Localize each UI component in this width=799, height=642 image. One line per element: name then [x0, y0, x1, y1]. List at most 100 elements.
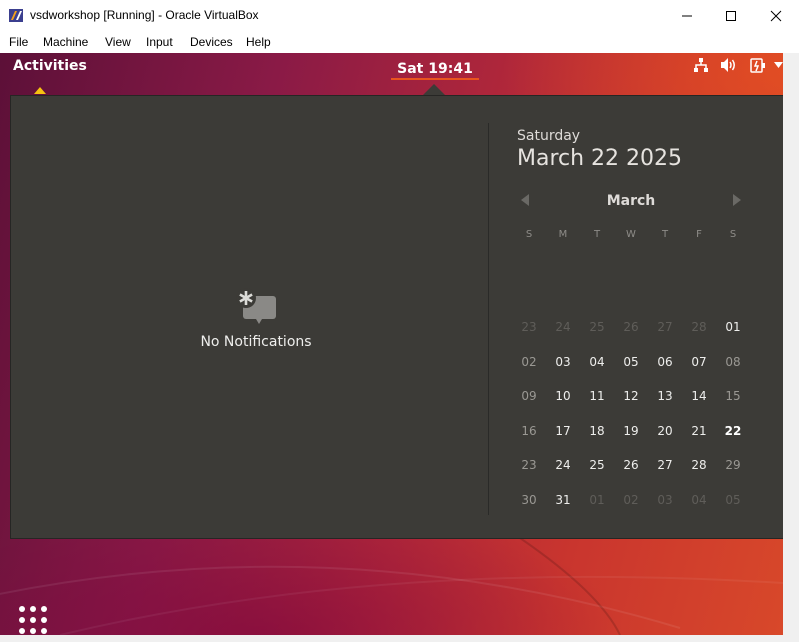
calendar-day[interactable]: 06 — [648, 347, 682, 377]
calendar-day-number: 21 — [691, 423, 707, 438]
calendar-day-number: 13 — [657, 389, 673, 403]
vm-display[interactable]: Activities Sat 19:41 No Notifications Sa… — [0, 53, 783, 635]
calendar-day-number: 08 — [725, 354, 741, 369]
calendar-day-number: 17 — [555, 423, 571, 438]
window-title-bar[interactable]: vsdworkshop [Running] - Oracle VirtualBo… — [0, 0, 799, 32]
menu-input[interactable]: Input — [146, 35, 173, 49]
weekday-header: T — [661, 229, 669, 240]
calendar-day[interactable]: 30 — [512, 485, 546, 515]
calendar-day-number: 22 — [724, 423, 742, 438]
calendar-day[interactable]: 12 — [614, 381, 648, 411]
horizontal-scrollbar[interactable] — [0, 635, 799, 642]
calendar-day[interactable]: 11 — [580, 381, 614, 411]
network-icon[interactable] — [693, 57, 709, 73]
calendar-day[interactable]: 08 — [716, 347, 750, 377]
calendar-day[interactable]: 17 — [546, 416, 580, 446]
menu-help[interactable]: Help — [246, 35, 271, 49]
calendar-day[interactable]: 26 — [614, 312, 648, 342]
calendar-day[interactable]: 25 — [580, 312, 614, 342]
menu-machine[interactable]: Machine — [43, 35, 88, 49]
calendar-day-number: 27 — [657, 458, 673, 472]
close-icon — [770, 10, 782, 22]
clock-button[interactable]: Sat 19:41 — [391, 53, 479, 80]
calendar-day[interactable]: 15 — [716, 381, 750, 411]
calendar-day[interactable]: 09 — [512, 381, 546, 411]
calendar-day[interactable]: 16 — [512, 416, 546, 446]
date-menu-popover: No Notifications Saturday March 22 2025 … — [10, 95, 783, 539]
calendar-day-name[interactable]: Saturday — [517, 128, 580, 144]
calendar-day[interactable]: 01 — [716, 312, 750, 342]
menu-view[interactable]: View — [105, 35, 131, 49]
calendar-day-number: 03 — [555, 354, 571, 369]
close-button[interactable] — [753, 0, 799, 32]
calendar-day[interactable]: 02 — [614, 485, 648, 515]
calendar-day[interactable]: 19 — [614, 416, 648, 446]
calendar-day[interactable]: 03 — [648, 485, 682, 515]
calendar-day-number: 31 — [555, 492, 571, 507]
calendar-day[interactable]: 18 — [580, 416, 614, 446]
calendar-day-number: 24 — [555, 458, 571, 472]
menu-bar: File Machine View Input Devices Help — [0, 32, 799, 53]
calendar-day[interactable]: 29 — [716, 450, 750, 480]
previous-month-icon[interactable] — [519, 193, 531, 207]
next-month-icon[interactable] — [731, 193, 743, 207]
calendar-day[interactable]: 21 — [682, 416, 716, 446]
calendar-day[interactable]: 31 — [546, 485, 580, 515]
calendar-day-number: 30 — [521, 492, 537, 507]
calendar-day[interactable]: 02 — [512, 347, 546, 377]
calendar-day-number: 26 — [623, 458, 639, 472]
calendar-day-number: 25 — [589, 458, 605, 472]
power-icon[interactable] — [749, 57, 767, 74]
calendar-day-number: 02 — [521, 354, 537, 369]
weekday-header: S — [729, 229, 737, 240]
calendar-day[interactable]: 27 — [648, 312, 682, 342]
calendar-day[interactable]: 03 — [546, 347, 580, 377]
chevron-down-icon[interactable] — [774, 62, 783, 68]
menu-devices[interactable]: Devices — [190, 35, 233, 49]
calendar-day[interactable]: 25 — [580, 450, 614, 480]
calendar-day[interactable]: 27 — [648, 450, 682, 480]
weekday-header: F — [696, 229, 702, 240]
calendar-day[interactable]: 05 — [716, 485, 750, 515]
calendar-day[interactable]: 04 — [580, 347, 614, 377]
calendar-day[interactable]: 10 — [546, 381, 580, 411]
vertical-scrollbar[interactable] — [783, 53, 799, 635]
window-title: vsdworkshop [Running] - Oracle VirtualBo… — [30, 8, 259, 22]
activities-button[interactable]: Activities — [13, 58, 87, 74]
calendar-day[interactable]: 28 — [682, 450, 716, 480]
calendar-day[interactable]: 05 — [614, 347, 648, 377]
maximize-button[interactable] — [708, 0, 754, 32]
hot-corner-indicator — [34, 87, 46, 94]
calendar-day-number: 10 — [555, 389, 571, 403]
calendar-day-number: 27 — [657, 320, 673, 334]
calendar-day-number: 24 — [555, 320, 571, 334]
calendar-day-number: 05 — [725, 492, 741, 507]
calendar-day-today[interactable]: 22 — [716, 414, 750, 447]
calendar-day[interactable]: 01 — [580, 485, 614, 515]
volume-icon[interactable] — [720, 57, 738, 73]
maximize-icon — [726, 11, 736, 21]
calendar-day-number: 04 — [589, 354, 605, 369]
calendar-day-number: 07 — [691, 354, 707, 369]
show-applications-icon[interactable] — [17, 604, 51, 635]
minimize-button[interactable] — [664, 0, 710, 32]
calendar-day[interactable]: 24 — [546, 312, 580, 342]
calendar-day-number: 19 — [623, 423, 639, 438]
calendar-day[interactable]: 13 — [648, 381, 682, 411]
calendar-day-number: 16 — [521, 423, 537, 438]
calendar-day[interactable]: 23 — [512, 312, 546, 342]
calendar-day[interactable]: 28 — [682, 312, 716, 342]
calendar-day[interactable]: 26 — [614, 450, 648, 480]
calendar-day[interactable]: 07 — [682, 347, 716, 377]
calendar-day-number: 15 — [725, 389, 741, 403]
menu-file[interactable]: File — [9, 35, 28, 49]
calendar-day-number: 20 — [657, 423, 673, 438]
calendar-day[interactable]: 04 — [682, 485, 716, 515]
weekday-header: S — [525, 229, 533, 240]
calendar-full-date[interactable]: March 22 2025 — [517, 146, 682, 171]
calendar-day[interactable]: 14 — [682, 381, 716, 411]
calendar-day[interactable]: 23 — [512, 450, 546, 480]
calendar-day-number: 04 — [691, 492, 707, 507]
calendar-day[interactable]: 24 — [546, 450, 580, 480]
calendar-day[interactable]: 20 — [648, 416, 682, 446]
